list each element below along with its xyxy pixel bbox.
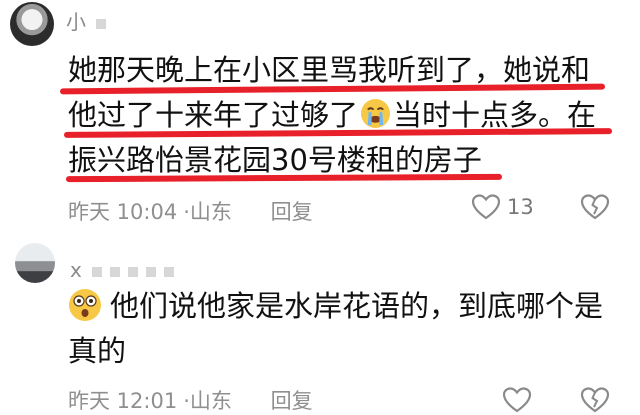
crying-emoji-icon [360, 97, 391, 129]
comment-text: 她那天晚上在小区里骂我听到了，她说和 他过了十来年了过够了 当时十点多。在 振兴… [68, 48, 613, 183]
broken-heart-icon [580, 193, 610, 221]
heart-icon [502, 386, 532, 414]
astonished-emoji-icon [68, 288, 102, 322]
like-count: 13 [507, 195, 534, 219]
blurred-name [91, 266, 102, 277]
comment-line: 他们说他家是水岸花语的，到底哪个是 [68, 284, 613, 329]
blurred-name [96, 18, 106, 29]
comment-meta: 昨天 10:04 ·山东 回复 [68, 200, 313, 224]
dislike-button[interactable] [580, 193, 610, 221]
reply-button[interactable]: 回复 [271, 200, 313, 224]
avatar[interactable] [10, 2, 54, 46]
dislike-button[interactable] [580, 386, 610, 414]
comment-time: 昨天 12:01 [68, 389, 178, 413]
avatar[interactable] [15, 243, 55, 283]
comment-location: 山东 [189, 200, 232, 224]
comment-location: 山东 [189, 389, 232, 413]
blurred-name [109, 266, 120, 277]
blurred-name [163, 266, 174, 277]
reply-button[interactable]: 回复 [271, 389, 313, 413]
comment-line: 真的 [68, 334, 127, 368]
comment-item: 小 她那天晚上在小区里骂我听到了，她说和 他过了十来年了过够了 当时十点多。在 … [0, 0, 640, 232]
comment-time: 昨天 10:04 [68, 200, 178, 224]
username[interactable]: x [70, 258, 174, 282]
comment-text: 他们说他家是水岸花语的，到底哪个是 真的 [68, 284, 613, 374]
username[interactable]: 小 [66, 6, 106, 35]
broken-heart-icon [580, 386, 610, 414]
comment-meta: 昨天 12:01 ·山东 回复 [68, 389, 313, 413]
like-button[interactable] [502, 386, 532, 414]
blurred-name [145, 266, 156, 277]
like-button[interactable]: 13 [471, 193, 534, 221]
heart-icon [471, 193, 501, 221]
blurred-name [127, 266, 138, 277]
